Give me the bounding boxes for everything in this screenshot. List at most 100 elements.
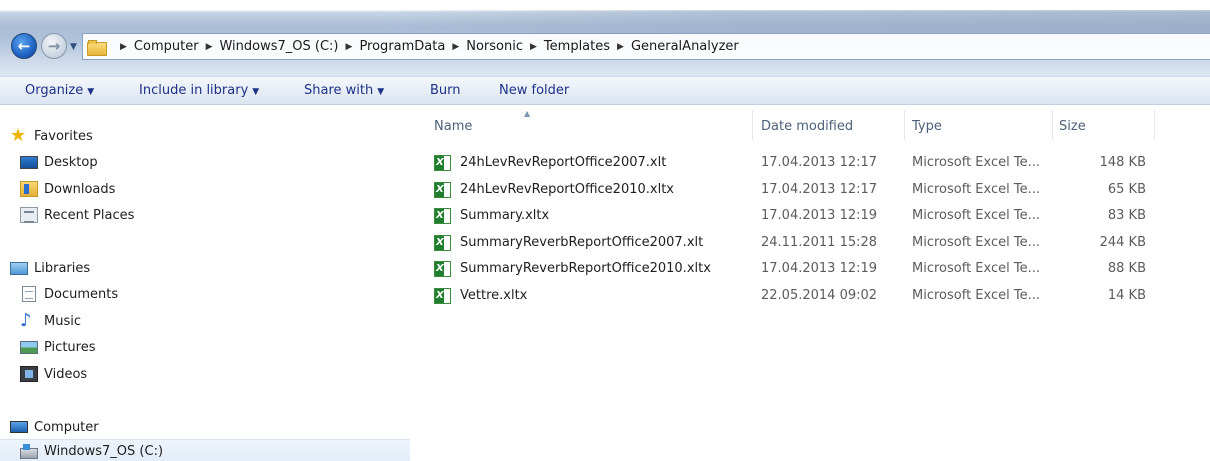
nav-item-downloads[interactable]: Downloads [0, 177, 410, 201]
file-type: Microsoft Excel Te... [912, 288, 1040, 303]
nav-item-recent-places[interactable]: Recent Places [0, 203, 410, 227]
nav-item-label: Recent Places [44, 207, 135, 223]
chevron-right-icon[interactable]: ▶ [617, 42, 624, 52]
excel-template-icon [434, 182, 451, 198]
breadcrumb-generalanalyzer[interactable]: GeneralAnalyzer [631, 39, 739, 54]
chevron-right-icon[interactable]: ▶ [530, 42, 537, 52]
file-type: Microsoft Excel Te... [912, 235, 1040, 250]
breadcrumb-templates[interactable]: Templates [544, 39, 610, 54]
column-header-name[interactable]: Name [434, 119, 472, 139]
file-row[interactable]: 24hLevRevReportOffice2007.xlt 17.04.2013… [418, 151, 1210, 175]
column-header-type[interactable]: Type [912, 119, 942, 139]
nav-item-label: Music [44, 313, 81, 329]
file-size: 88 KB [1107, 261, 1146, 276]
column-divider[interactable] [752, 110, 753, 140]
file-type: Microsoft Excel Te... [912, 261, 1040, 276]
chevron-down-icon: ▼ [87, 87, 95, 97]
column-header-name-label: Name [434, 119, 473, 134]
chevron-down-icon: ▼ [377, 87, 385, 97]
back-button[interactable]: ← [11, 33, 37, 59]
nav-item-videos[interactable]: Videos [0, 362, 410, 386]
excel-template-icon [434, 261, 451, 277]
music-note-icon: ♪ [20, 310, 32, 331]
chevron-down-icon: ▼ [252, 87, 260, 97]
organize-label: Organize [25, 83, 84, 98]
recent-pages-dropdown-icon[interactable]: ▼ [70, 42, 77, 52]
breadcrumb-computer[interactable]: Computer [134, 39, 199, 54]
column-divider[interactable] [1154, 110, 1155, 140]
chevron-right-icon[interactable]: ▶ [346, 42, 353, 52]
excel-template-icon [434, 288, 451, 304]
file-row[interactable]: Vettre.xltx 22.05.2014 09:02 Microsoft E… [418, 284, 1210, 308]
chevron-right-icon[interactable]: ▶ [206, 42, 213, 52]
file-type: Microsoft Excel Te... [912, 182, 1040, 197]
nav-computer-label: Computer [34, 419, 99, 435]
back-arrow-icon: ← [17, 37, 31, 55]
column-header-date-modified[interactable]: Date modified [761, 119, 853, 139]
file-size: 83 KB [1107, 208, 1146, 223]
nav-item-pictures[interactable]: Pictures [0, 335, 410, 359]
excel-template-icon [434, 235, 451, 251]
file-date-modified: 24.11.2011 15:28 [761, 235, 878, 250]
desktop-icon [20, 155, 38, 169]
file-name: SummaryReverbReportOffice2007.xlt [460, 235, 704, 250]
address-bar-region: ← → ▼ ▶ Computer ▶ Windows7_OS (C:) ▶ Pr… [0, 0, 1210, 76]
chevron-right-icon[interactable]: ▶ [120, 42, 127, 52]
file-list-view: Name ▲ Date modified Type Size 24hLevRev… [418, 106, 1210, 461]
pictures-icon [20, 340, 38, 354]
organize-button[interactable]: Organize ▼ [25, 83, 94, 98]
computer-icon [10, 421, 28, 433]
share-with-label: Share with [304, 83, 374, 98]
file-row[interactable]: 24hLevRevReportOffice2010.xltx 17.04.201… [418, 178, 1210, 202]
include-in-library-label: Include in library [139, 83, 249, 98]
file-date-modified: 17.04.2013 12:19 [761, 261, 878, 276]
navigation-pane: ★ Favorites Desktop Downloads Recent Pla… [0, 106, 410, 461]
new-folder-button[interactable]: New folder [499, 83, 569, 98]
nav-item-label: Pictures [44, 339, 96, 355]
file-row[interactable]: Summary.xltx 17.04.2013 12:19 Microsoft … [418, 204, 1210, 228]
file-name: 24hLevRevReportOffice2010.xltx [460, 182, 674, 197]
sort-ascending-icon: ▲ [524, 109, 531, 118]
column-divider[interactable] [904, 110, 905, 140]
breadcrumb-programdata[interactable]: ProgramData [359, 39, 445, 54]
file-row[interactable]: SummaryReverbReportOffice2007.xlt 24.11.… [418, 231, 1210, 255]
nav-item-music[interactable]: ♪ Music [0, 309, 410, 333]
excel-template-icon [434, 155, 451, 171]
nav-item-documents[interactable]: Documents [0, 282, 410, 306]
file-date-modified: 17.04.2013 12:17 [761, 182, 878, 197]
burn-button[interactable]: Burn [430, 83, 461, 98]
folder-icon [87, 39, 107, 56]
recent-places-icon [20, 207, 38, 223]
forward-button[interactable]: → [41, 33, 67, 59]
address-path-box[interactable]: ▶ Computer ▶ Windows7_OS (C:) ▶ ProgramD… [82, 33, 1210, 60]
nav-libraries[interactable]: Libraries [0, 256, 410, 280]
nav-item-label: Downloads [44, 181, 116, 197]
nav-favorites[interactable]: ★ Favorites [0, 124, 410, 148]
nav-computer[interactable]: Computer [0, 415, 410, 439]
nav-item-windows7-os-drive[interactable]: Windows7_OS (C:) [0, 439, 410, 461]
nav-item-desktop[interactable]: Desktop [0, 150, 410, 174]
command-bar: Organize ▼ Include in library ▼ Share with… [0, 76, 1210, 105]
file-row[interactable]: SummaryReverbReportOffice2010.xltx 17.04… [418, 257, 1210, 281]
file-name: SummaryReverbReportOffice2010.xltx [460, 261, 711, 276]
column-divider[interactable] [1052, 110, 1053, 140]
column-header-size[interactable]: Size [1059, 119, 1086, 139]
file-name: Summary.xltx [460, 208, 550, 223]
star-icon: ★ [10, 125, 27, 146]
breadcrumb-norsonic[interactable]: Norsonic [466, 39, 523, 54]
nav-item-label: Documents [44, 286, 119, 302]
breadcrumb-drive[interactable]: Windows7_OS (C:) [219, 39, 338, 54]
documents-icon [22, 286, 36, 302]
chevron-right-icon[interactable]: ▶ [452, 42, 459, 52]
file-size: 148 KB [1099, 155, 1146, 170]
nav-favorites-label: Favorites [34, 128, 93, 144]
file-size: 14 KB [1107, 288, 1146, 303]
file-type: Microsoft Excel Te... [912, 155, 1040, 170]
nav-item-label: Windows7_OS (C:) [44, 443, 164, 459]
downloads-folder-icon [20, 181, 38, 197]
share-with-button[interactable]: Share with ▼ [304, 83, 384, 98]
forward-arrow-icon: → [47, 37, 61, 55]
include-in-library-button[interactable]: Include in library ▼ [139, 83, 259, 98]
file-date-modified: 17.04.2013 12:19 [761, 208, 878, 223]
file-date-modified: 22.05.2014 09:02 [761, 288, 878, 303]
